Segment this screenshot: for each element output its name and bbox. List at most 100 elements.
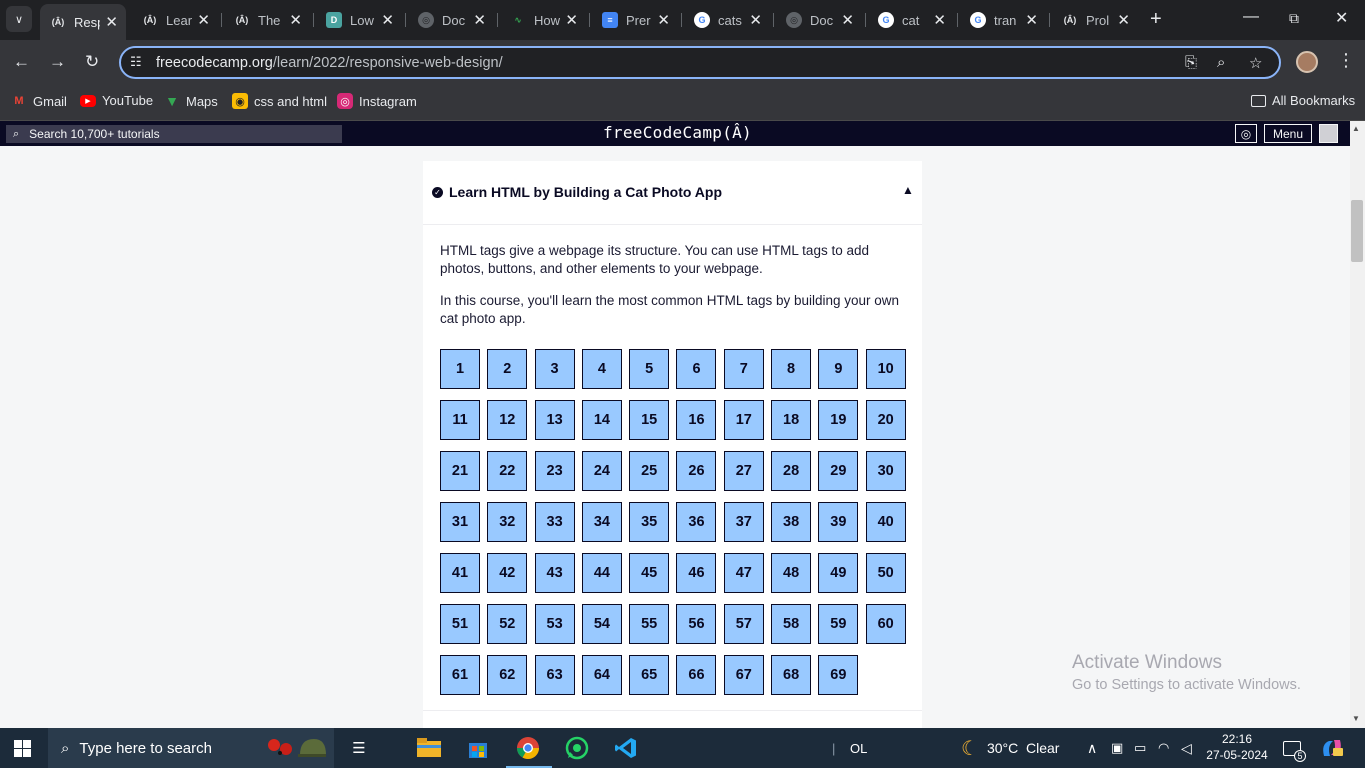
reload-icon[interactable]: ↻ [85, 52, 99, 72]
step-button[interactable]: 30 [865, 451, 906, 491]
zoom-icon[interactable]: ⌕ [1217, 54, 1225, 71]
step-button[interactable]: 3 [534, 349, 575, 389]
step-button[interactable]: 25 [629, 451, 670, 491]
bookmark-gmail[interactable]: M Gmail [11, 93, 67, 109]
browser-tab[interactable]: (Â) Resp ✕ [40, 4, 126, 40]
step-button[interactable]: 13 [534, 400, 575, 440]
scroll-down-icon[interactable]: ▼ [1352, 714, 1360, 723]
meet-now-icon[interactable]: ▣ [1111, 728, 1123, 768]
collapse-caret-icon[interactable]: ▲ [902, 183, 914, 197]
step-button[interactable]: 27 [723, 451, 764, 491]
browser-tab[interactable]: (Â) Prol ✕ [1052, 4, 1138, 36]
step-button[interactable]: 68 [771, 655, 812, 695]
bookmark-instagram[interactable]: ◎ Instagram [337, 93, 417, 109]
step-button[interactable]: 54 [581, 604, 622, 644]
step-button[interactable]: 21 [440, 451, 480, 491]
step-button[interactable]: 41 [440, 553, 480, 593]
browser-menu-icon[interactable]: ⋮ [1337, 50, 1355, 71]
block-header[interactable]: ✓ Learn HTML by Building a Cat Photo App… [423, 161, 922, 225]
step-button[interactable]: 10 [865, 349, 906, 389]
scroll-up-icon[interactable]: ▲ [1352, 124, 1360, 133]
browser-tab[interactable]: ∿ How ✕ [500, 4, 586, 36]
step-button[interactable]: 58 [771, 604, 812, 644]
close-tab-icon[interactable]: ✕ [105, 13, 118, 31]
bookmark-css-and-html[interactable]: ◉ css and html [232, 93, 327, 109]
step-button[interactable]: 55 [629, 604, 670, 644]
step-button[interactable]: 49 [818, 553, 859, 593]
bookmark-star-icon[interactable]: ☆ [1249, 54, 1262, 72]
close-tab-icon[interactable]: ✕ [657, 11, 670, 29]
step-button[interactable]: 2 [487, 349, 528, 389]
menu-button[interactable]: Menu [1264, 124, 1312, 143]
step-button[interactable]: 15 [629, 400, 670, 440]
fcc-logo[interactable]: freeCodeCamp(Â) [603, 123, 752, 142]
step-button[interactable]: 9 [818, 349, 859, 389]
step-button[interactable]: 64 [581, 655, 622, 695]
step-button[interactable]: 6 [676, 349, 717, 389]
whatsapp-icon[interactable] [565, 736, 589, 760]
step-button[interactable]: 19 [818, 400, 859, 440]
browser-tab[interactable]: D Low ✕ [316, 4, 402, 36]
step-button[interactable]: 17 [723, 400, 764, 440]
step-button[interactable]: 63 [534, 655, 575, 695]
browser-tab[interactable]: ◎ Doc ✕ [776, 4, 862, 36]
step-button[interactable]: 46 [676, 553, 717, 593]
step-button[interactable]: 43 [534, 553, 575, 593]
close-tab-icon[interactable]: ✕ [381, 11, 394, 29]
step-button[interactable]: 1 [440, 349, 480, 389]
step-button[interactable]: 16 [676, 400, 717, 440]
new-tab-plus-icon[interactable]: + [1150, 8, 1162, 30]
windows-start-icon[interactable] [14, 740, 31, 757]
step-button[interactable]: 65 [629, 655, 670, 695]
forward-arrow-icon[interactable]: → [49, 52, 66, 72]
step-button[interactable]: 37 [723, 502, 764, 542]
language-indicator[interactable]: OL [850, 728, 867, 768]
browser-tab[interactable]: (Â) The ✕ [224, 4, 310, 36]
step-button[interactable]: 38 [771, 502, 812, 542]
step-button[interactable]: 23 [534, 451, 575, 491]
step-button[interactable]: 52 [487, 604, 528, 644]
step-button[interactable]: 22 [487, 451, 528, 491]
tab-search-chevron-icon[interactable]: ∨ [6, 6, 32, 32]
step-button[interactable]: 62 [487, 655, 528, 695]
close-tab-icon[interactable]: ✕ [565, 11, 578, 29]
step-button[interactable]: 40 [865, 502, 906, 542]
install-app-icon[interactable]: ⎘ [1185, 54, 1197, 71]
step-button[interactable]: 28 [771, 451, 812, 491]
step-button[interactable]: 35 [629, 502, 670, 542]
site-info-icon[interactable]: ☷ [130, 54, 142, 70]
close-tab-icon[interactable]: ✕ [1025, 11, 1038, 29]
step-button[interactable]: 5 [629, 349, 670, 389]
browser-tab[interactable]: Gtran ✕ [960, 4, 1046, 36]
taskbar-search-box[interactable]: ⌕ Type here to search [48, 728, 334, 768]
address-bar[interactable]: ☷ freecodecamp.org/learn/2022/responsive… [119, 46, 1281, 79]
step-button[interactable]: 56 [676, 604, 717, 644]
back-arrow-icon[interactable]: ← [13, 52, 30, 72]
close-window-icon[interactable]: ✕ [1335, 8, 1348, 28]
browser-tab[interactable]: (Â) Lear ✕ [132, 4, 218, 36]
step-button[interactable]: 20 [865, 400, 906, 440]
step-button[interactable]: 4 [581, 349, 622, 389]
close-tab-icon[interactable]: ✕ [1117, 11, 1130, 29]
scrollbar-thumb[interactable] [1351, 200, 1363, 262]
browser-tab[interactable]: ≡ Prer ✕ [592, 4, 678, 36]
close-tab-icon[interactable]: ✕ [289, 11, 302, 29]
close-tab-icon[interactable]: ✕ [841, 11, 854, 29]
step-button[interactable]: 61 [440, 655, 480, 695]
user-avatar-button[interactable] [1319, 124, 1338, 143]
step-button[interactable]: 48 [771, 553, 812, 593]
step-button[interactable]: 18 [771, 400, 812, 440]
step-button[interactable]: 60 [865, 604, 906, 644]
step-button[interactable]: 31 [440, 502, 480, 542]
step-button[interactable]: 7 [723, 349, 764, 389]
step-button[interactable]: 59 [818, 604, 859, 644]
step-button[interactable]: 50 [865, 553, 906, 593]
close-tab-icon[interactable]: ✕ [933, 11, 946, 29]
show-hidden-icons-icon[interactable]: ∧ [1087, 728, 1097, 768]
chrome-icon[interactable] [516, 736, 540, 760]
step-button[interactable]: 45 [629, 553, 670, 593]
step-button[interactable]: 12 [487, 400, 528, 440]
vscode-icon[interactable] [614, 736, 638, 760]
step-button[interactable]: 47 [723, 553, 764, 593]
step-button[interactable]: 29 [818, 451, 859, 491]
